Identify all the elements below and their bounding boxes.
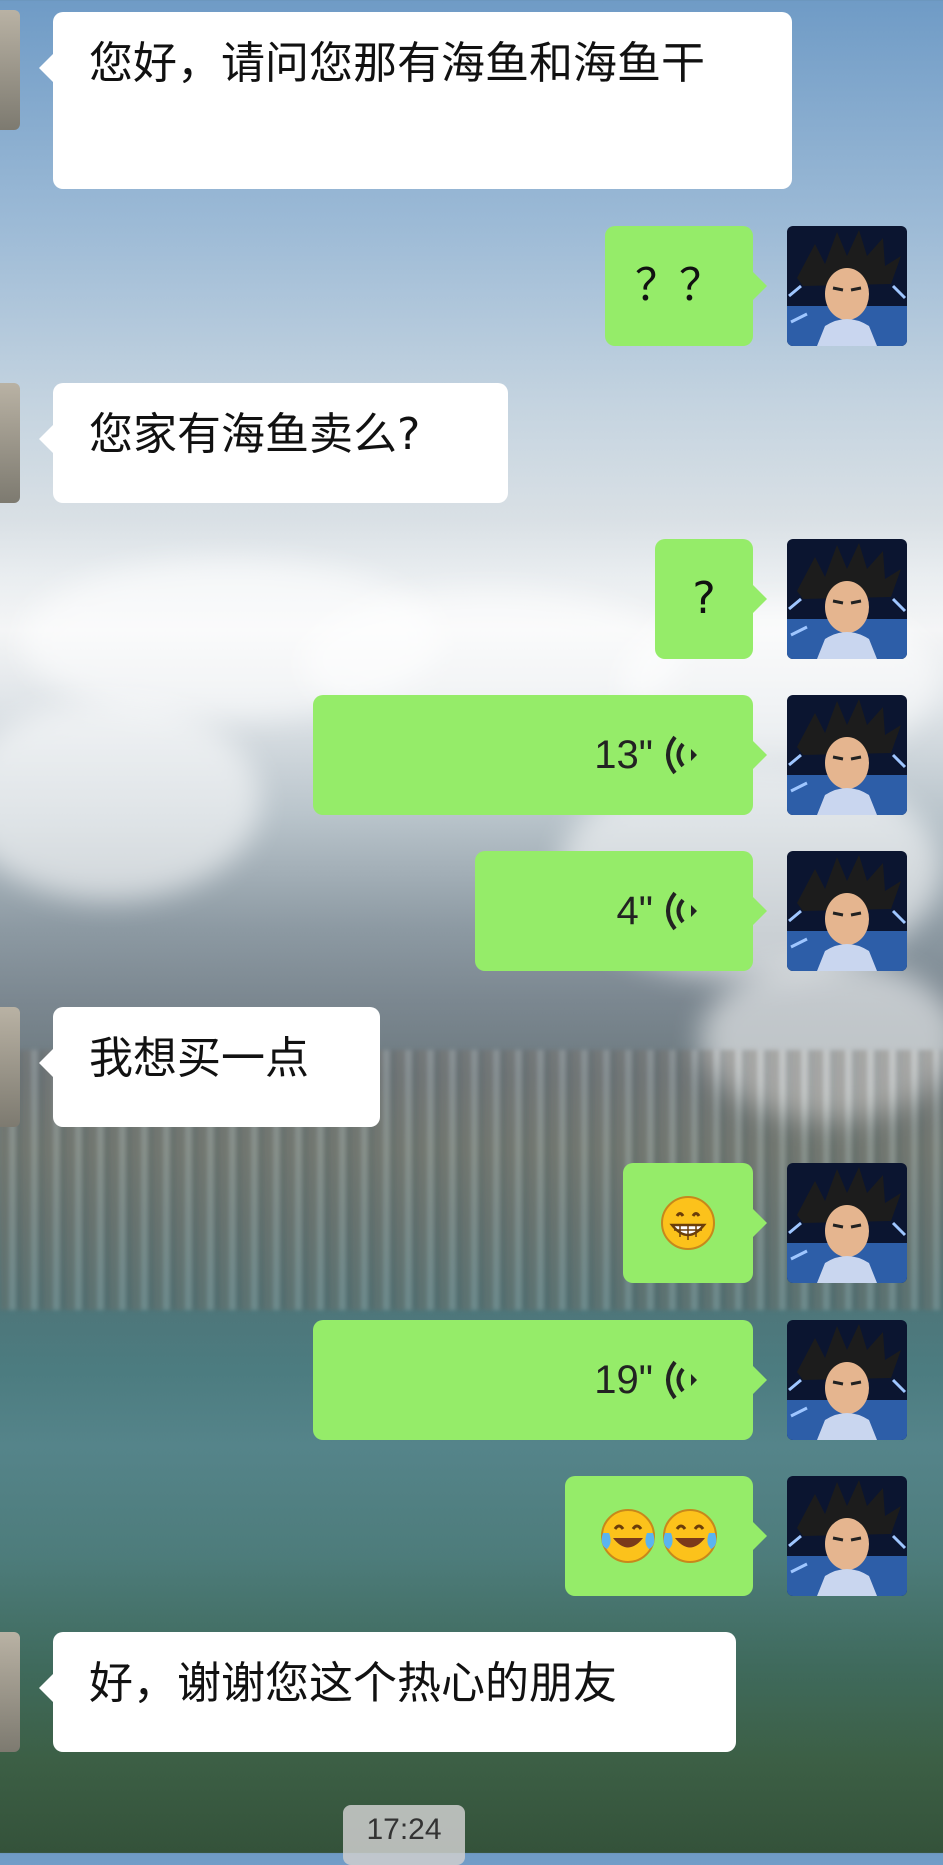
- voice-message[interactable]: 4": [475, 851, 767, 971]
- voice-duration: 13": [594, 733, 653, 777]
- user-avatar[interactable]: [787, 1320, 907, 1440]
- voice-message[interactable]: 13": [313, 695, 767, 815]
- voice-wave-icon: [666, 735, 697, 775]
- user-avatar[interactable]: [787, 539, 907, 659]
- incoming-message[interactable]: 您好，请问您那有海鱼和海鱼干: [39, 12, 792, 189]
- message-text: 您好，请问您那有海鱼和海鱼干: [89, 38, 705, 89]
- grinning-face-icon: [661, 1196, 715, 1250]
- user-avatar[interactable]: [787, 1476, 907, 1596]
- contact-avatar[interactable]: [0, 1632, 20, 1752]
- incoming-message[interactable]: 我想买一点: [39, 1007, 380, 1127]
- user-avatar[interactable]: [787, 695, 907, 815]
- message-text: 好，谢谢您这个热心的朋友: [89, 1658, 617, 1709]
- outgoing-message[interactable]: ？？: [605, 226, 767, 346]
- timestamp-label: 17:24: [343, 1805, 465, 1865]
- emoji-message[interactable]: [565, 1476, 767, 1596]
- user-avatar[interactable]: [787, 851, 907, 971]
- incoming-message[interactable]: 您家有海鱼卖么?: [39, 383, 508, 503]
- emoji-message[interactable]: [623, 1163, 767, 1283]
- contact-avatar[interactable]: [0, 10, 20, 130]
- voice-duration: 19": [594, 1358, 653, 1402]
- voice-wave-icon: [666, 1360, 697, 1400]
- message-text: ？？: [635, 260, 723, 312]
- tears-of-joy-icon: [663, 1509, 717, 1563]
- incoming-message[interactable]: 好，谢谢您这个热心的朋友: [39, 1632, 736, 1752]
- message-text: 我想买一点: [89, 1033, 309, 1084]
- message-text: 您家有海鱼卖么?: [89, 409, 421, 460]
- voice-wave-icon: [666, 891, 697, 931]
- user-avatar[interactable]: [787, 226, 907, 346]
- contact-avatar[interactable]: [0, 1007, 20, 1127]
- tears-of-joy-icon: [601, 1509, 655, 1563]
- message-text: ?: [692, 573, 716, 625]
- contact-avatar[interactable]: [0, 383, 20, 503]
- user-avatar[interactable]: [787, 1163, 907, 1283]
- voice-duration: 4": [616, 889, 653, 933]
- voice-message[interactable]: 19": [313, 1320, 767, 1440]
- outgoing-message[interactable]: ?: [655, 539, 767, 659]
